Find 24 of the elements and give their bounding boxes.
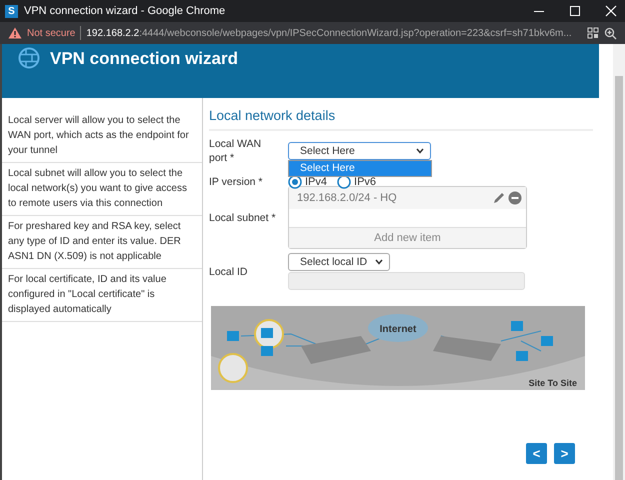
dropdown-option[interactable]: Select Here bbox=[289, 161, 431, 176]
field-label: Local WAN port * bbox=[209, 137, 262, 165]
field-label: Local ID bbox=[209, 264, 249, 278]
help-text: Local server will allow you to select the WAN port, which acts as the endpoint for your tunnel bbox=[2, 110, 202, 163]
app-logo: S bbox=[5, 4, 18, 18]
help-text: For preshared key and RSA key, select any type of ID and enter its value. DER ASN1 DN (X.509) is not applicable bbox=[2, 216, 202, 269]
cloud-label: Internet bbox=[380, 324, 416, 335]
local-id-select[interactable]: Select local ID bbox=[288, 253, 390, 271]
wizard-title: VPN connection wizard bbox=[50, 48, 238, 70]
help-text: Local subnet will allow you to select the local network(s) you want to give access to remote users via this connection bbox=[2, 163, 202, 216]
field-label: Local subnet * bbox=[209, 210, 277, 224]
previous-button[interactable]: < bbox=[526, 443, 547, 464]
security-label[interactable]: Not secure bbox=[27, 28, 76, 38]
help-text: For local certificate, ID and its value configured in "Local certificate" is displayed automatically bbox=[2, 269, 202, 322]
wan-port-select[interactable]: Select Here bbox=[288, 142, 431, 160]
window-title: VPN connection wizard - Google Chrome bbox=[24, 5, 226, 17]
next-button[interactable]: > bbox=[554, 443, 575, 464]
radio-label: IPv4 bbox=[305, 176, 328, 188]
section-title: Local network details bbox=[209, 108, 593, 131]
diagram-caption: Site To Site bbox=[528, 378, 577, 388]
url-field[interactable]: 192.168.2.2:4444/webconsole/webpages/vpn/IPSecConnectionWizard.jsp?operation=223&csrf=sh71bkv6m... bbox=[86, 28, 572, 38]
field-label: IP version * bbox=[209, 175, 264, 189]
radio-label: IPv6 bbox=[354, 176, 376, 188]
add-item-button[interactable]: Add new item bbox=[289, 228, 526, 248]
